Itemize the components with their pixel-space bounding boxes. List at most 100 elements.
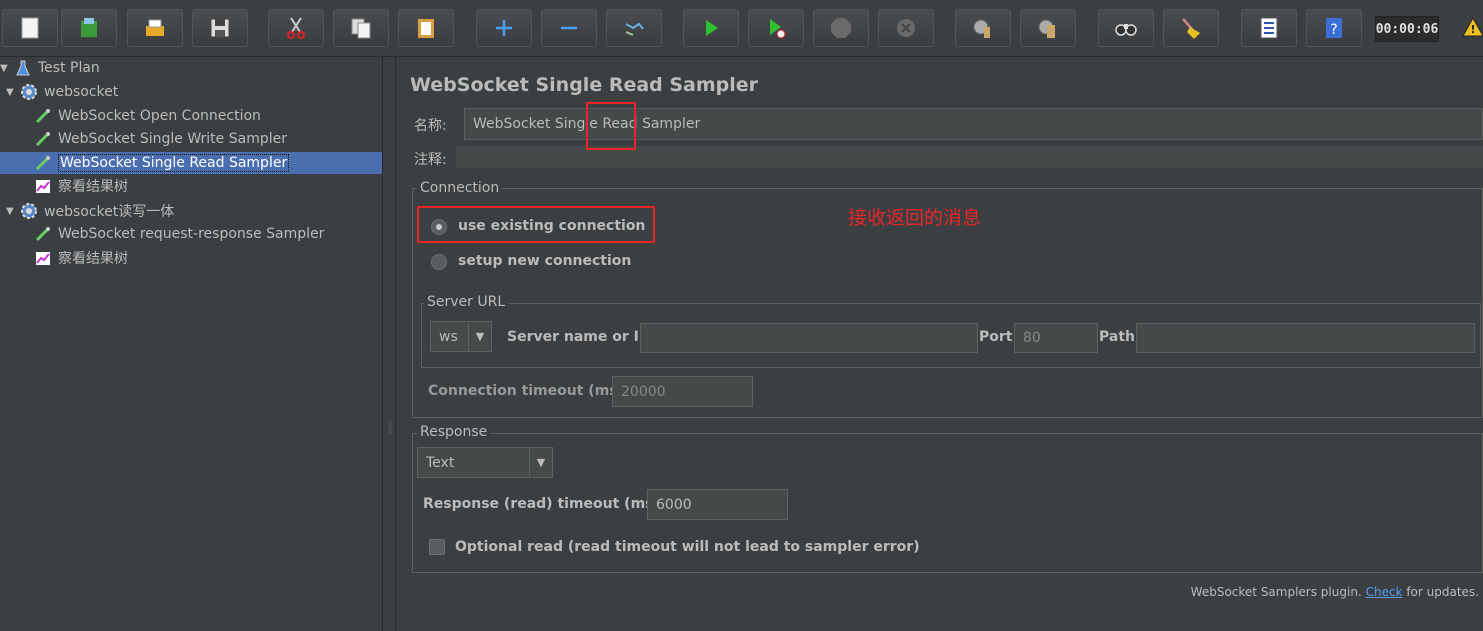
tree-item-websocket-rw[interactable]: ▼ websocket读写一体 — [6, 200, 174, 222]
stop-icon — [831, 18, 851, 38]
gear-icon — [20, 83, 38, 101]
tree-item-label: WebSocket Single Write Sampler — [58, 131, 287, 147]
help-button[interactable]: ? — [1306, 9, 1362, 47]
paste-button[interactable] — [398, 9, 454, 47]
tree-item-test-plan[interactable]: ▼ Test Plan — [0, 57, 100, 79]
check-updates-link[interactable]: Check — [1366, 585, 1403, 599]
page-title: WebSocket Single Read Sampler — [410, 74, 759, 96]
broom-icon — [1182, 18, 1200, 39]
tree-item-open-connection[interactable]: WebSocket Open Connection — [34, 105, 261, 127]
help-icon: ? — [1326, 18, 1342, 38]
shutdown-button[interactable] — [878, 9, 934, 47]
templates-icon — [81, 18, 97, 37]
graph-icon — [34, 177, 52, 195]
stop-button[interactable] — [813, 9, 869, 47]
expand-icon — [496, 20, 512, 36]
open-icon — [146, 19, 164, 36]
annotation-box-name — [586, 102, 636, 150]
annotation-text: 接收返回的消息 — [848, 207, 982, 229]
optional-read-label[interactable]: Optional read (read timeout will not lea… — [455, 539, 920, 555]
new-icon — [21, 17, 39, 39]
optional-read-checkbox[interactable] — [429, 539, 445, 555]
chevron-down-icon[interactable]: ▼ — [468, 322, 491, 351]
connection-group-title: Connection — [417, 180, 503, 196]
clear-all-button[interactable] — [1020, 9, 1076, 47]
protocol-value: ws — [439, 328, 458, 345]
tree-item-view-results-tree[interactable]: 察看结果树 — [34, 175, 128, 197]
tree-item-label: WebSocket Single Read Sampler — [58, 154, 290, 172]
tree-expand-icon[interactable]: ▼ — [6, 206, 18, 217]
clear-button[interactable] — [955, 9, 1011, 47]
clear-all-icon — [1038, 19, 1055, 38]
collapse-button[interactable] — [541, 9, 597, 47]
response-type-select[interactable]: Text ▼ — [417, 447, 553, 478]
setup-new-connection-label[interactable]: setup new connection — [458, 253, 631, 269]
tree-item-label: Test Plan — [38, 60, 100, 76]
tree-item-websocket[interactable]: ▼ websocket — [6, 81, 118, 103]
annotation-box-connection — [417, 206, 655, 243]
connection-timeout-input[interactable]: 20000 — [612, 376, 753, 407]
svg-text:?: ? — [1330, 22, 1337, 38]
sampler-config-panel: WebSocket Single Read Sampler 名称: WebSoc… — [396, 57, 1483, 631]
path-input[interactable] — [1136, 323, 1475, 353]
tree-expand-icon[interactable]: ▼ — [0, 63, 12, 74]
flask-icon — [14, 59, 32, 77]
tree-item-label: WebSocket Open Connection — [58, 108, 261, 124]
copy-button[interactable] — [333, 9, 389, 47]
toolbar: ? 00:00:06 ! — [0, 0, 1483, 57]
tree-item-label: 察看结果树 — [58, 251, 128, 267]
plugin-footer: WebSocket Samplers plugin. Check for upd… — [1191, 585, 1479, 599]
pipette-icon — [34, 225, 52, 243]
response-timeout-input[interactable]: 6000 — [647, 489, 788, 520]
port-label: Port: — [979, 329, 1019, 345]
chevron-down-icon[interactable]: ▼ — [529, 448, 552, 477]
clear-icon — [973, 19, 990, 38]
footer-suffix: for updates. — [1406, 585, 1479, 599]
tree-expand-icon[interactable]: ▼ — [6, 87, 18, 98]
cut-button[interactable] — [268, 9, 324, 47]
save-icon — [210, 18, 230, 38]
pipette-icon — [34, 130, 52, 148]
port-input[interactable]: 80 — [1014, 323, 1098, 353]
path-label: Path: — [1099, 329, 1141, 345]
setup-new-connection-radio[interactable] — [431, 254, 447, 270]
split-pane-divider[interactable] — [383, 57, 396, 631]
toggle-icon — [625, 22, 644, 36]
server-name-label: Server name or IP: — [507, 329, 655, 345]
response-timeout-label: Response (read) timeout (ms): — [423, 496, 666, 512]
test-plan-tree[interactable]: ▼ Test Plan ▼ websocket WebSocket Open C… — [0, 57, 383, 631]
open-button[interactable] — [127, 9, 183, 47]
toggle-button[interactable] — [606, 9, 662, 47]
protocol-select[interactable]: ws ▼ — [430, 321, 492, 352]
reset-search-button[interactable] — [1163, 9, 1219, 47]
name-label: 名称: — [414, 118, 447, 134]
tree-item-view-results-tree-2[interactable]: 察看结果树 — [34, 247, 128, 269]
list-icon — [1260, 17, 1278, 39]
svg-text:!: ! — [1470, 23, 1475, 36]
search-icon — [1115, 24, 1137, 36]
splitter-grip-icon[interactable]: ⁘ ⁘ ⁘ — [387, 421, 394, 437]
start-no-pause-button[interactable] — [748, 9, 804, 47]
pipette-icon — [34, 154, 52, 172]
tree-item-single-read-sampler[interactable]: WebSocket Single Read Sampler — [0, 152, 382, 174]
tree-item-request-response-sampler[interactable]: WebSocket request-response Sampler — [34, 223, 324, 245]
tree-item-label: websocket — [44, 84, 119, 100]
warning-icon[interactable]: ! — [1462, 16, 1483, 41]
templates-button[interactable] — [61, 9, 117, 47]
response-group-title: Response — [417, 424, 491, 440]
graph-icon — [34, 249, 52, 267]
function-helper-button[interactable] — [1241, 9, 1297, 47]
comment-label: 注释: — [414, 152, 447, 168]
shutdown-icon — [897, 19, 915, 37]
start-icon — [706, 20, 718, 36]
start-button[interactable] — [683, 9, 739, 47]
connection-timeout-label: Connection timeout (ms): — [428, 383, 630, 399]
server-name-input[interactable] — [640, 323, 978, 353]
footer-prefix: WebSocket Samplers plugin. — [1190, 585, 1362, 599]
expand-button[interactable] — [476, 9, 532, 47]
tree-item-single-write-sampler[interactable]: WebSocket Single Write Sampler — [34, 128, 287, 150]
copy-icon — [351, 18, 371, 39]
search-button[interactable] — [1098, 9, 1154, 47]
new-button[interactable] — [2, 9, 58, 47]
save-button[interactable] — [192, 9, 248, 47]
